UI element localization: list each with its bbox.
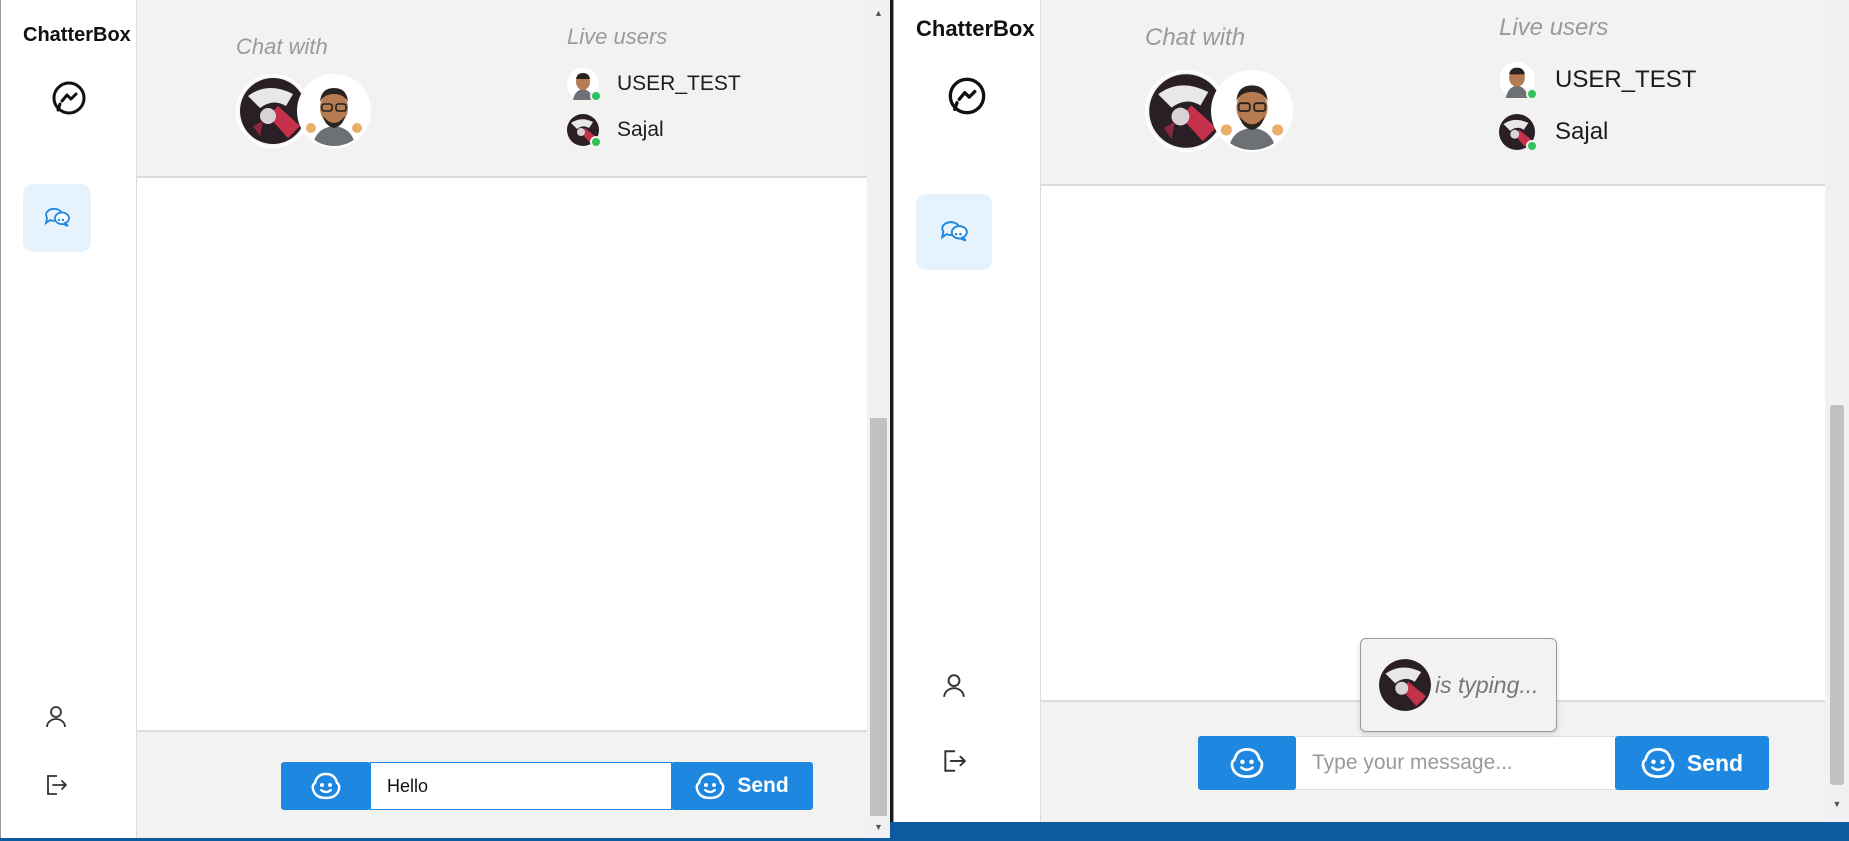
- avatar: [1499, 62, 1538, 100]
- online-status-dot: [590, 136, 602, 148]
- avatar-user-test: [1211, 70, 1293, 152]
- online-status-dot: [1526, 140, 1538, 152]
- live-user-item[interactable]: Sajal: [567, 114, 664, 148]
- scroll-thumb[interactable]: [1830, 405, 1844, 785]
- message-input[interactable]: [370, 762, 672, 810]
- avatar: [567, 68, 602, 102]
- avatar: [1379, 659, 1431, 711]
- send-button[interactable]: Send: [1615, 736, 1769, 790]
- user-icon[interactable]: [41, 702, 71, 732]
- chat-with-label: Chat with: [236, 34, 328, 59]
- emoji-icon: [311, 771, 341, 801]
- scroll-down-icon[interactable]: ▼: [1825, 795, 1849, 812]
- sidebar-item-chats[interactable]: [916, 194, 992, 270]
- logout-icon[interactable]: [41, 770, 71, 800]
- messenger-icon[interactable]: [45, 78, 93, 118]
- chat-window-right: ChatterBox Chat with Live users USER_TES…: [893, 0, 1849, 822]
- brand-logo: ChatterBox: [916, 16, 1035, 41]
- sidebar: ChatterBox: [894, 0, 1041, 822]
- send-label: Send: [1686, 749, 1744, 776]
- messages-area: [137, 178, 867, 730]
- message-input[interactable]: [1296, 736, 1616, 790]
- sidebar-item-chats[interactable]: [23, 184, 91, 252]
- live-user-name: Sajal: [617, 118, 664, 141]
- emoji-icon: [695, 771, 725, 801]
- emoji-icon: [1641, 746, 1675, 780]
- sidebar: ChatterBox: [1, 0, 137, 841]
- live-user-name: Sajal: [1555, 118, 1609, 145]
- avatar-user-test: [297, 74, 371, 148]
- scroll-thumb[interactable]: [870, 418, 887, 816]
- live-user-name: USER_TEST: [1555, 66, 1697, 93]
- send-label: Send: [737, 774, 789, 797]
- taskbar-edge: [890, 822, 1849, 841]
- live-users-label: Live users: [567, 24, 668, 49]
- chat-bubbles-icon: [939, 219, 969, 245]
- live-user-item[interactable]: USER_TEST: [1499, 62, 1697, 100]
- brand-logo: ChatterBox: [23, 24, 131, 46]
- message-composer: Send: [137, 730, 867, 841]
- online-status-dot: [590, 90, 602, 102]
- chat-window-left: ChatterBox Chat with Live users USER_TES…: [0, 0, 890, 841]
- emoji-icon: [1230, 746, 1264, 780]
- live-user-item[interactable]: Sajal: [1499, 114, 1609, 152]
- scroll-up-icon[interactable]: ▲: [867, 4, 890, 21]
- live-users-label: Live users: [1499, 14, 1609, 41]
- emoji-button[interactable]: [281, 762, 371, 810]
- send-button[interactable]: Send: [671, 762, 813, 810]
- typing-text: is typing...: [1435, 671, 1539, 698]
- vertical-scrollbar[interactable]: ▼: [1825, 0, 1849, 822]
- emoji-button[interactable]: [1198, 736, 1296, 790]
- messenger-icon[interactable]: [942, 74, 992, 118]
- live-user-item[interactable]: USER_TEST: [567, 68, 741, 102]
- chat-header: Chat with Live users USER_TEST Sajal: [1041, 0, 1825, 186]
- scroll-down-icon[interactable]: ▼: [867, 818, 890, 835]
- avatar: [1499, 114, 1538, 152]
- user-icon[interactable]: [938, 670, 970, 702]
- live-user-name: USER_TEST: [617, 72, 741, 95]
- typing-indicator: is typing...: [1360, 638, 1557, 732]
- chat-bubbles-icon: [43, 206, 71, 230]
- chat-with-label: Chat with: [1145, 24, 1246, 51]
- avatar: [567, 114, 602, 148]
- vertical-scrollbar[interactable]: ▲ ▼: [867, 0, 890, 841]
- messages-area: [1041, 186, 1825, 700]
- online-status-dot: [1526, 88, 1538, 100]
- chat-header: Chat with Live users USER_TEST Sajal: [137, 0, 867, 178]
- logout-icon[interactable]: [938, 745, 970, 777]
